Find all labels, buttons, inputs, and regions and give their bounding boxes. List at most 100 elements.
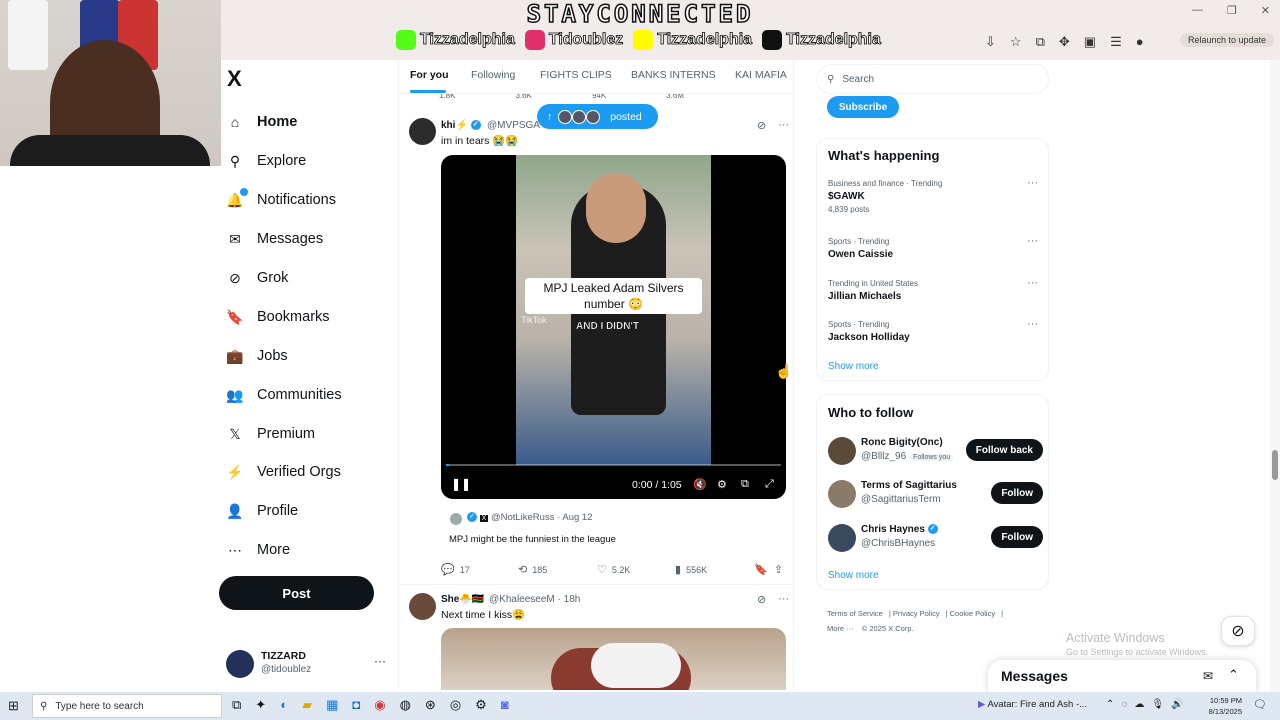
tab-kai-mafia[interactable]: KAI MAFIA — [735, 69, 787, 81]
footer-more-link[interactable]: More ··· — [827, 624, 854, 633]
footer-link[interactable]: Cookie Policy — [950, 609, 995, 618]
scrollbar-thumb[interactable] — [1272, 450, 1278, 480]
tab-following[interactable]: Following — [471, 69, 515, 81]
video-player[interactable] — [441, 628, 786, 690]
tweet-author-handle[interactable]: @MVPSGA — [487, 120, 540, 131]
messages-drawer[interactable]: Messages ✉ ⌃ — [988, 660, 1256, 692]
video-player[interactable]: MPJ Leaked Adam Silvers number 😳 TikTok … — [441, 155, 786, 499]
mic-icon[interactable]: 🎙 — [1151, 699, 1164, 710]
share-button[interactable]: ⇪ — [774, 563, 783, 576]
follow-suggestion[interactable]: Terms of Sagittarius @SagittariusTerm Foll… — [828, 480, 1043, 510]
avatar[interactable] — [828, 437, 856, 465]
store-icon[interactable]: ▦ — [326, 697, 338, 713]
more-options-icon[interactable]: ··· — [1027, 277, 1038, 289]
avatar[interactable] — [409, 593, 436, 620]
steam-icon[interactable]: ◍ — [400, 697, 411, 713]
speaker-icon[interactable]: 🔊 — [1171, 699, 1183, 710]
install-app-icon[interactable]: ⇩ — [985, 34, 996, 50]
obs-icon[interactable]: ⊛ — [425, 697, 436, 713]
close-icon[interactable]: ✕ — [1261, 4, 1270, 17]
copilot-icon[interactable]: ✦ — [255, 697, 266, 713]
account-switcher[interactable]: TIZZARD @tidoublez ··· — [226, 650, 386, 680]
expand-icon[interactable]: ⌃ — [1228, 667, 1239, 683]
trend-item[interactable]: Trending in United States Jillian Michael… — [828, 277, 1038, 302]
task-view-icon[interactable]: ⧉ — [232, 697, 241, 713]
nav-item-premium[interactable]: 𝕏 Premium — [227, 426, 315, 443]
playlist-icon[interactable]: ☰ — [1110, 34, 1122, 50]
avatar[interactable] — [828, 480, 856, 508]
trend-item[interactable]: Business and finance · Trending $GAWK 4,83… — [828, 177, 1038, 214]
tab-for-you[interactable]: For you — [410, 69, 449, 81]
nav-item-home[interactable]: ⌂ Home — [227, 114, 298, 130]
file-explorer-icon[interactable]: ▰ — [302, 697, 312, 713]
notification-center-icon[interactable]: 🗨 — [1253, 698, 1267, 711]
mute-icon[interactable]: 🔇 — [693, 478, 707, 491]
chevron-up-icon[interactable]: ⌃ — [1106, 699, 1114, 710]
follow-suggestion[interactable]: Chris Haynes ✓ @ChrisBHaynes Follow — [828, 524, 1043, 554]
more-options-icon[interactable]: ··· — [374, 654, 386, 668]
quoted-tweet[interactable]: ✓ X @NotLikeRuss · Aug 12 MPJ might be t… — [441, 507, 786, 550]
puzzle-icon[interactable]: ✥ — [1059, 34, 1070, 50]
footer-link[interactable]: Terms of Service — [827, 609, 883, 618]
nav-item-communities[interactable]: 👥 Communities — [226, 387, 341, 404]
avatar[interactable] — [828, 524, 856, 552]
edge-icon[interactable]: ◐ — [280, 697, 288, 713]
more-options-icon[interactable]: ··· — [1027, 235, 1038, 247]
pause-icon[interactable]: ❚❚ — [451, 477, 471, 491]
nav-item-more[interactable]: ⋯ More — [227, 542, 290, 559]
media-widget[interactable]: ▶ Avatar: Fire and Ash -... — [978, 699, 1087, 710]
outlook-icon[interactable]: ◘ — [352, 697, 360, 713]
x-logo-icon[interactable]: X — [227, 66, 242, 92]
page-scrollbar[interactable] — [1270, 60, 1280, 692]
follow-button[interactable]: Follow — [991, 482, 1043, 504]
discord-icon[interactable]: ◙ — [501, 697, 509, 713]
star-icon[interactable]: ☆ — [1010, 34, 1022, 50]
nav-item-messages[interactable]: ✉ Messages — [227, 231, 323, 248]
trend-item[interactable]: Sports · Trending Owen Caissie ··· — [828, 235, 1038, 260]
nav-item-explore[interactable]: ⚲ Explore — [227, 153, 306, 170]
new-posts-pill[interactable]: ↑ posted — [537, 104, 658, 129]
more-options-icon[interactable]: ··· — [1027, 177, 1038, 189]
follow-button[interactable]: Follow — [991, 526, 1043, 548]
bookmark-button[interactable]: 🔖 — [754, 563, 768, 576]
system-clock[interactable]: 10:59 PM 8/13/2025 — [1204, 695, 1242, 717]
follow-suggestion[interactable]: Ronc Bigity(Onc) @Blllz_96 Follows you Foll… — [828, 437, 1043, 467]
picture-in-picture-icon[interactable]: ⧉ — [741, 478, 749, 491]
tab-fights-clips[interactable]: FIGHTS CLIPS — [540, 69, 612, 81]
chrome-icon[interactable]: ◉ — [374, 697, 385, 713]
views-button[interactable]: ▮ 556K — [675, 563, 707, 576]
tray-app-icon[interactable]: ◌ — [1121, 699, 1127, 710]
nav-item-notifications[interactable]: 🔔 Notifications — [226, 188, 336, 208]
grok-icon[interactable]: ⊘ — [757, 593, 766, 606]
nav-item-profile[interactable]: 👤 Profile — [226, 503, 298, 520]
tab-banks-interns[interactable]: BANKS INTERNS — [631, 69, 716, 81]
restore-icon[interactable]: ❐ — [1227, 4, 1237, 17]
reply-button[interactable]: 💬 17 — [441, 563, 470, 576]
follow-button[interactable]: Follow back — [965, 439, 1043, 461]
footer-link[interactable]: Privacy Policy — [893, 609, 940, 618]
cloud-icon[interactable]: ☁ — [1134, 699, 1144, 710]
search-input[interactable]: ⚲ Search — [816, 64, 1049, 94]
more-options-icon[interactable]: ··· — [1027, 318, 1038, 330]
nav-item-grok[interactable]: ⊘ Grok — [227, 270, 288, 287]
settings-icon[interactable]: ⚙ — [475, 697, 487, 713]
video-progress-bar[interactable] — [446, 464, 781, 466]
grok-floating-button[interactable]: ⊘ — [1221, 616, 1255, 646]
subscribe-button[interactable]: Subscribe — [827, 96, 899, 118]
minimize-icon[interactable]: — — [1192, 4, 1203, 17]
show-more-link[interactable]: Show more — [828, 361, 879, 372]
trend-item[interactable]: Sports · Trending Jackson Holliday ··· — [828, 318, 1038, 343]
extension-icon[interactable]: ⧉ — [1036, 34, 1045, 50]
like-button[interactable]: ♡ 5.2K — [597, 563, 630, 576]
more-options-icon[interactable]: ··· — [778, 593, 789, 606]
split-view-icon[interactable]: ▣ — [1084, 34, 1096, 50]
repost-button[interactable]: ⟲ 185 — [518, 563, 547, 576]
new-message-icon[interactable]: ✉ — [1203, 669, 1213, 683]
taskbar-search-input[interactable]: ⚲ Type here to search — [32, 694, 222, 718]
grok-icon[interactable]: ⊘ — [757, 119, 766, 132]
show-more-link[interactable]: Show more — [828, 570, 879, 581]
tweet-author-name[interactable]: She🐣🇰🇪 — [441, 594, 484, 605]
post-button[interactable]: Post — [219, 576, 374, 610]
fullscreen-icon[interactable]: ⤢ — [765, 478, 774, 491]
app-icon[interactable]: ◎ — [450, 697, 461, 713]
